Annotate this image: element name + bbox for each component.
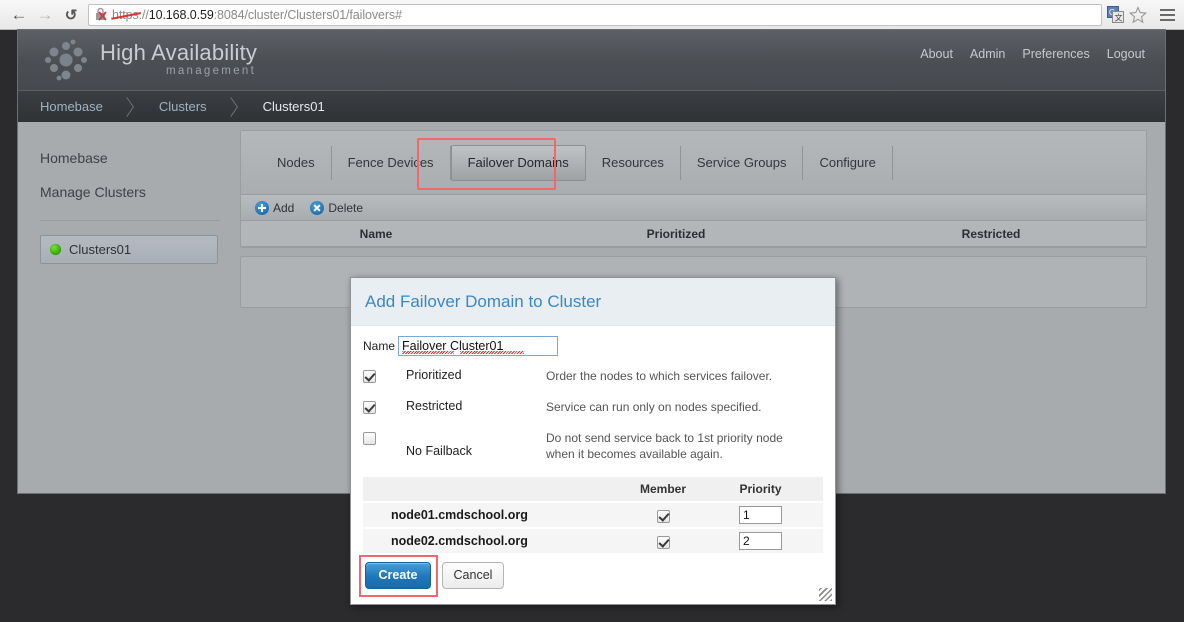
- sidebar-item-homebase[interactable]: Homebase: [40, 144, 240, 172]
- top-nav: About Admin Preferences Logout: [920, 47, 1145, 61]
- member-node-name: node01.cmdschool.org: [391, 508, 528, 522]
- create-button-wrapper: Create: [359, 554, 438, 597]
- dialog-body: Name Prioritized Order the nodes to whic…: [351, 326, 835, 553]
- member-col-member: Member: [639, 482, 686, 496]
- dialog-footer: Create Cancel: [351, 546, 835, 604]
- add-button[interactable]: Add: [255, 200, 295, 215]
- forward-arrow-icon[interactable]: →: [32, 2, 58, 28]
- back-arrow-icon[interactable]: ←: [6, 2, 32, 28]
- column-header-prioritized: Prioritized: [646, 226, 706, 241]
- plus-circle-icon: [255, 200, 269, 215]
- option-row-no-failback: No Failback Do not send service back to …: [351, 430, 835, 462]
- add-failover-domain-dialog: Add Failover Domain to Cluster Name Prio…: [350, 277, 836, 605]
- cancel-button[interactable]: Cancel: [442, 561, 504, 589]
- prioritized-description: Order the nodes to which services failov…: [546, 369, 773, 383]
- nav-preferences[interactable]: Preferences: [1022, 47, 1089, 61]
- nav-admin[interactable]: Admin: [970, 47, 1005, 61]
- broken-certificate-icon[interactable]: [95, 7, 109, 22]
- add-button-label: Add: [273, 200, 295, 215]
- dot-cluster-logo: [45, 39, 87, 81]
- member-table: Member Priority node01.cmdschool.org nod…: [363, 477, 823, 553]
- table-toolbar: Add Delete: [241, 194, 1146, 221]
- sidebar-item-clusters01[interactable]: Clusters01: [40, 235, 218, 264]
- prioritized-label: Prioritized: [406, 368, 462, 382]
- name-label: Name: [363, 339, 396, 353]
- create-button[interactable]: Create: [365, 561, 431, 589]
- star-icon[interactable]: [1129, 5, 1147, 24]
- table-row: node01.cmdschool.org: [363, 501, 823, 527]
- sidebar-divider: [40, 220, 220, 221]
- tab-resources[interactable]: Resources: [586, 145, 681, 180]
- green-status-dot: [50, 244, 61, 255]
- prioritized-checkbox[interactable]: [363, 370, 376, 383]
- failover-domains-panel: Nodes Fence Devices Failover Domains Res…: [240, 130, 1147, 248]
- translate-icon[interactable]: G 文: [1107, 6, 1124, 23]
- table-header-row: Name Prioritized Restricted: [241, 221, 1146, 247]
- hamburger-menu-icon[interactable]: [1156, 5, 1178, 25]
- member-cell: [613, 508, 713, 523]
- browser-toolbar: ← → ↺ https://10.168.0.59:8084/cluster/C…: [0, 0, 1184, 30]
- brand-text: High Availability management: [100, 42, 257, 78]
- no-failback-checkbox[interactable]: [363, 432, 376, 445]
- dialog-header: Add Failover Domain to Cluster: [351, 278, 835, 326]
- name-input[interactable]: [398, 336, 559, 356]
- member-col-priority: Priority: [739, 482, 782, 496]
- restricted-checkbox[interactable]: [363, 401, 376, 414]
- priority-input[interactable]: [739, 506, 782, 524]
- sidebar-cluster-label: Clusters01: [69, 242, 132, 257]
- no-failback-label: No Failback: [406, 444, 472, 458]
- name-input-wrapper: [398, 336, 559, 356]
- svg-text:文: 文: [1115, 13, 1123, 23]
- chevron-right-icon: [119, 91, 141, 122]
- reload-icon[interactable]: ↺: [58, 2, 84, 28]
- column-header-restricted: Restricted: [961, 226, 1021, 241]
- app-header: High Availability management About Admin…: [18, 30, 1165, 90]
- breadcrumb: Homebase Clusters Clusters01: [18, 90, 1165, 122]
- tab-service-groups[interactable]: Service Groups: [681, 145, 804, 180]
- breadcrumb-clusters01[interactable]: Clusters01: [245, 91, 341, 122]
- tab-bar: Nodes Fence Devices Failover Domains Res…: [241, 131, 1146, 194]
- dialog-title: Add Failover Domain to Cluster: [365, 291, 602, 311]
- member-checkbox[interactable]: [656, 509, 670, 523]
- brand-subtitle: management: [165, 65, 257, 78]
- delete-button[interactable]: Delete: [310, 200, 364, 215]
- breadcrumb-clusters[interactable]: Clusters: [141, 91, 223, 122]
- sidebar: Homebase Manage Clusters Clusters01: [18, 122, 240, 493]
- tab-fence-devices[interactable]: Fence Devices: [332, 145, 451, 180]
- name-field-row: Name: [351, 336, 835, 356]
- column-header-name: Name: [359, 226, 393, 241]
- url-separator: ://: [138, 7, 149, 22]
- chevron-right-icon: [223, 91, 245, 122]
- tab-configure[interactable]: Configure: [803, 145, 893, 180]
- option-row-restricted: Restricted Service can run only on nodes…: [351, 399, 835, 415]
- member-table-header: Member Priority: [363, 477, 823, 501]
- sidebar-item-manage-clusters[interactable]: Manage Clusters: [40, 178, 240, 206]
- priority-cell: [713, 506, 808, 524]
- browser-bar-icons: G 文: [1107, 5, 1178, 25]
- tab-nodes[interactable]: Nodes: [261, 145, 332, 180]
- option-row-prioritized: Prioritized Order the nodes to which ser…: [351, 368, 835, 384]
- url-path: :8084/cluster/Clusters01/failovers#: [213, 7, 402, 22]
- restricted-label: Restricted: [406, 399, 463, 413]
- url-host: 10.168.0.59: [148, 7, 214, 22]
- url-scheme: https: [112, 5, 139, 25]
- resize-grip-icon[interactable]: [819, 588, 832, 601]
- breadcrumb-homebase[interactable]: Homebase: [18, 91, 119, 122]
- brand-logo: High Availability management: [18, 37, 257, 83]
- restricted-description: Service can run only on nodes specified.: [546, 400, 762, 414]
- nav-logout[interactable]: Logout: [1107, 47, 1145, 61]
- brand-title: High Availability: [100, 40, 258, 66]
- tab-failover-domains[interactable]: Failover Domains: [450, 144, 586, 181]
- nav-about[interactable]: About: [920, 47, 953, 61]
- address-bar[interactable]: https://10.168.0.59:8084/cluster/Cluster…: [88, 3, 1102, 26]
- x-circle-icon: [310, 200, 325, 215]
- url-text: https://10.168.0.59:8084/cluster/Cluster…: [112, 5, 402, 25]
- no-failback-description: Do not send service back to 1st priority…: [546, 431, 783, 461]
- delete-button-label: Delete: [328, 200, 364, 215]
